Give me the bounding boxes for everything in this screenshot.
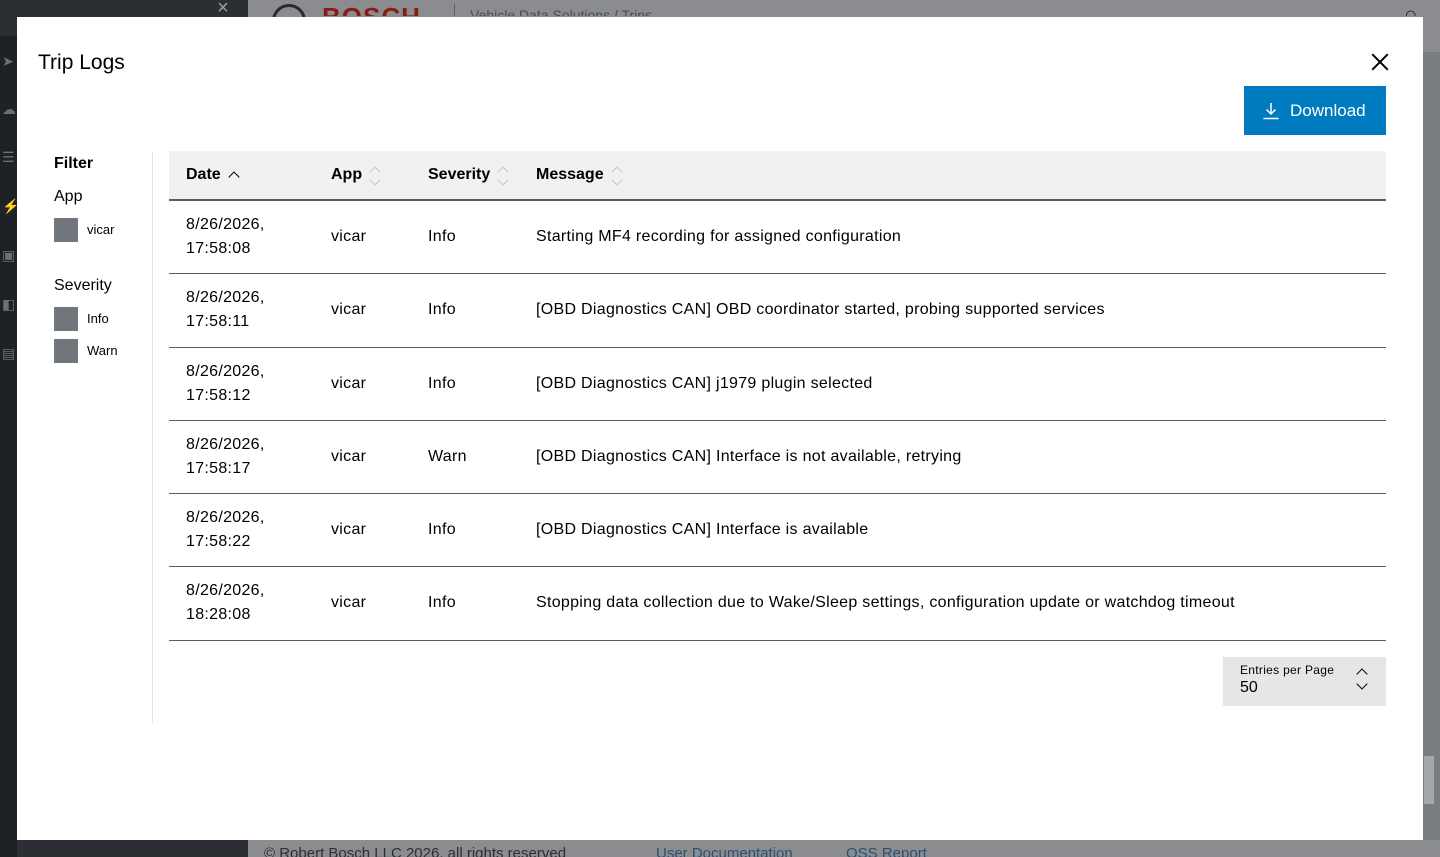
header-breadcrumb: Vehicle Data Solutions / Trips: [470, 7, 653, 16]
cell-message: Starting MF4 recording for assigned conf…: [536, 228, 902, 245]
cell-severity: Info: [428, 594, 456, 612]
search-icon: ○: [1404, 4, 1426, 16]
column-header-severity[interactable]: Severity: [428, 151, 510, 199]
sort-icon: [610, 164, 624, 186]
checkbox[interactable]: [54, 218, 78, 242]
car-icon: ◧: [2, 296, 16, 312]
checkbox[interactable]: [54, 307, 78, 331]
sort-icon: [496, 164, 510, 186]
download-button-label: Download: [1290, 100, 1366, 120]
filter-option-label: vicar: [87, 222, 115, 237]
cell-message: [OBD Diagnostics CAN] Interface is not a…: [536, 447, 962, 465]
filter-option-warn[interactable]: Warn: [54, 339, 118, 363]
sidebar-close-icon: ×: [217, 0, 229, 19]
lightning-icon: ⚡: [2, 198, 20, 214]
column-header-label: Message: [536, 166, 604, 183]
page-scrollbar: [1424, 756, 1434, 804]
bus-icon: ▣: [2, 247, 16, 263]
cloud-icon: ☁: [2, 101, 16, 117]
cell-severity: Info: [428, 521, 456, 539]
download-button[interactable]: Download: [1244, 86, 1386, 135]
cell-app: vicar: [331, 594, 367, 612]
cell-severity: Info: [428, 301, 456, 319]
table-row: 8/26/2026, 18:28:08 vicar Info Stopping d…: [169, 567, 1386, 641]
filter-group-app-label: App: [54, 188, 83, 205]
cell-severity: Info: [428, 374, 456, 392]
table-row: 8/26/2026, 17:58:17 vicar Warn [OBD Diagn…: [169, 421, 1386, 495]
sort-icon: [368, 164, 382, 186]
filter-group-severity-label: Severity: [54, 277, 112, 294]
entries-per-page-select[interactable]: Entries per Page 50: [1223, 657, 1386, 706]
filter-divider: [152, 152, 153, 723]
cell-app: vicar: [331, 228, 367, 245]
cell-message: [OBD Diagnostics CAN] j1979 plugin selec…: [536, 374, 873, 392]
footer-link-user-documentation: User Documentation: [656, 845, 793, 857]
cell-app: vicar: [331, 301, 367, 319]
cell-app: vicar: [331, 521, 367, 539]
cell-severity: Warn: [428, 447, 467, 465]
table-row: 8/26/2026, 17:58:08 vicar Info Starting M…: [169, 201, 1386, 275]
cell-app: vicar: [331, 447, 367, 465]
sort-ascending-icon: [227, 164, 241, 186]
filter-option-info[interactable]: Info: [54, 307, 109, 331]
trip-logs-dialog: Trip Logs Download Filter App vicar Seve…: [17, 17, 1423, 840]
download-icon: [1263, 102, 1279, 119]
cell-message: [OBD Diagnostics CAN] Interface is avail…: [536, 521, 869, 539]
column-header-message[interactable]: Message: [536, 151, 624, 199]
table-row: 8/26/2026, 17:58:22 vicar Info [OBD Diagn…: [169, 494, 1386, 568]
table-row: 8/26/2026, 17:58:11 vicar Info [OBD Diagn…: [169, 274, 1386, 348]
dialog-title: Trip Logs: [38, 51, 125, 74]
cell-date: 8/26/2026, 17:58:17: [186, 435, 265, 477]
cell-date: 8/26/2026, 17:58:12: [186, 362, 265, 404]
filter-option-label: Warn: [87, 343, 118, 358]
column-header-date[interactable]: Date: [186, 151, 241, 199]
column-header-label: App: [331, 166, 363, 183]
column-header-label: Severity: [428, 166, 491, 183]
column-header-label: Date: [186, 166, 221, 183]
entries-per-page-label: Entries per Page: [1240, 663, 1335, 677]
cell-message: Stopping data collection due to Wake/Sle…: [536, 594, 1235, 612]
cell-date: 8/26/2026, 17:58:11: [186, 289, 265, 331]
footer-link-oss-report: OSS Report: [846, 845, 927, 857]
chevron-up-down-icon: [1355, 666, 1369, 694]
column-header-app[interactable]: App: [331, 151, 382, 199]
table-header: Date App Severity Message: [169, 151, 1386, 201]
report-icon: ▤: [2, 345, 16, 361]
list-icon: ☰: [2, 149, 15, 165]
cell-date: 8/26/2026, 18:28:08: [186, 582, 265, 624]
checkbox[interactable]: [54, 339, 78, 363]
cell-app: vicar: [331, 374, 367, 392]
logs-table: Date App Severity Message 8/26/2026, 17:5…: [169, 151, 1386, 641]
cell-date: 8/26/2026, 17:58:08: [186, 216, 265, 257]
cell-message: [OBD Diagnostics CAN] OBD coordinator st…: [536, 301, 1105, 319]
bosch-logo-text: BOSCH: [322, 0, 421, 16]
filter-option-label: Info: [87, 311, 109, 326]
send-icon: ➤: [2, 53, 14, 69]
filter-title: Filter: [54, 155, 94, 172]
table-row: 8/26/2026, 17:58:12 vicar Info [OBD Diagn…: [169, 348, 1386, 421]
entries-per-page-value: 50: [1240, 679, 1258, 696]
header-separator: [454, 4, 455, 16]
footer-copyright: © Robert Bosch LLC 2026, all rights rese…: [264, 845, 567, 857]
filter-panel: Filter App vicar Severity Info Warn: [54, 154, 154, 363]
cell-date: 8/26/2026, 17:58:22: [186, 509, 265, 551]
filter-option-vicar[interactable]: vicar: [54, 218, 114, 242]
cell-severity: Info: [428, 228, 456, 245]
close-icon[interactable]: [1365, 47, 1395, 77]
